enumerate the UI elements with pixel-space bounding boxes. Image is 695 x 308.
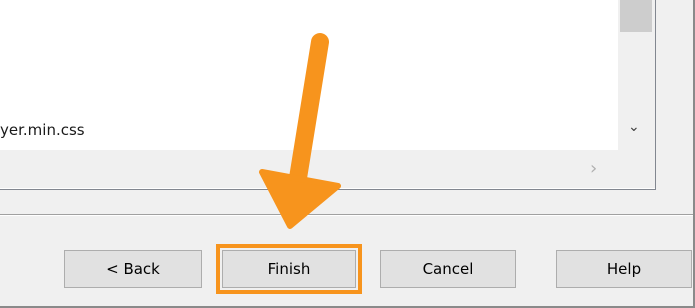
vertical-scrollbar-thumb[interactable] [620,0,652,32]
scrollbar-corner [618,150,655,188]
back-button[interactable]: < Back [64,250,202,288]
cancel-button[interactable]: Cancel [380,250,516,288]
file-list-item[interactable]: yer.min.css [0,121,85,139]
wizard-dialog: yer.min.css ⌄ › < Back Finish Cancel Hel… [0,0,695,308]
chevron-down-icon[interactable]: ⌄ [628,120,640,134]
chevron-right-icon[interactable]: › [590,158,597,179]
horizontal-scrollbar[interactable]: › [0,150,618,188]
divider [0,214,693,216]
help-button[interactable]: Help [556,250,692,288]
finish-button[interactable]: Finish [216,244,362,294]
file-list-panel: yer.min.css ⌄ › [0,0,656,190]
vertical-scrollbar[interactable]: ⌄ [618,0,655,150]
